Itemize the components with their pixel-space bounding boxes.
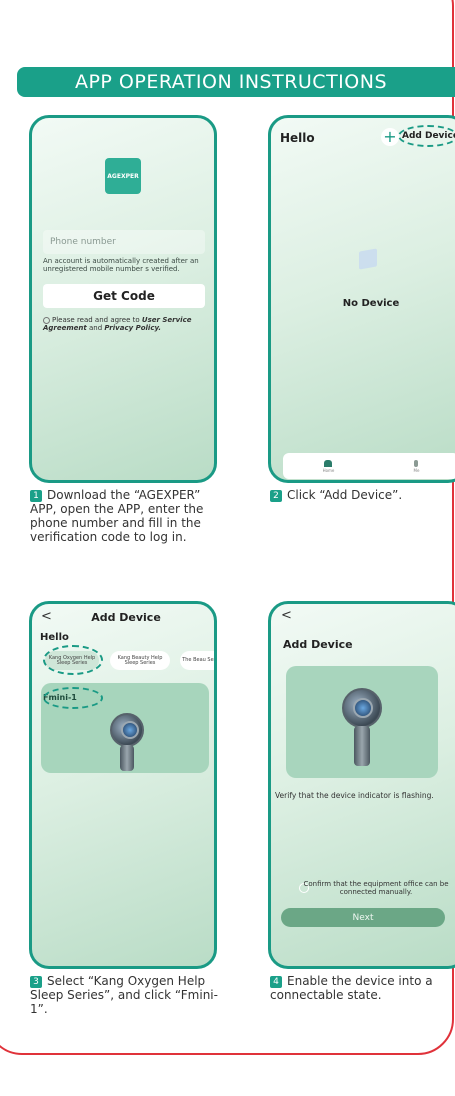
agreement-text: Please read and agree to User Service Ag… [43,316,192,332]
step-3-caption: 3 Select “Kang Oxygen Help Sleep Series”,… [30,974,218,1016]
step-number: 2 [270,490,282,502]
greeting: Hello [40,632,69,643]
phone-screen-login: AGEXPER Phone number An account is autom… [29,115,217,483]
phone-screen-add-device: < Add Device Hello Kang Oxygen Help Slee… [29,601,217,969]
plus-icon[interactable]: + [381,128,399,146]
greeting: Hello [280,131,315,145]
device-image [110,713,144,771]
step-number: 3 [30,976,42,988]
device-image [342,688,382,766]
next-button[interactable]: Next [281,908,445,927]
highlight-ring [43,687,103,709]
no-device-text: No Device [342,298,400,309]
agree-radio-icon[interactable] [43,316,50,324]
screen-title: Add Device [283,638,353,651]
privacy-policy-link[interactable]: Privacy Policy. [104,324,161,332]
banner-title: APP OPERATION INSTRUCTIONS [74,71,388,93]
tab-home[interactable]: Home [323,459,334,473]
section-banner: APP OPERATION INSTRUCTIONS [17,67,455,97]
phone-screen-home: Hello + Add Device No Device Home Me [268,115,455,483]
empty-box-icon [359,248,377,270]
step-number: 4 [270,976,282,988]
category-the-beau[interactable]: The Beau Series [180,651,214,670]
bottom-tab-bar: Home Me [283,453,455,479]
account-note: An account is automatically created afte… [43,257,199,273]
home-icon [324,459,333,467]
phone-screen-verify: < Add Device Verify that the device indi… [268,601,455,969]
step-4-caption: 4 Enable the device into a connectable st… [270,974,433,1002]
tab-me[interactable]: Me [414,459,419,473]
device-card [286,666,438,778]
category-kang-beauty[interactable]: Kang Beauty Help Sleep Series [110,651,170,670]
highlight-ring [43,645,103,675]
step-2-caption: 2 Click “Add Device”. [270,488,455,502]
screen-title: Add Device [91,611,161,624]
step-number: 1 [30,490,42,502]
back-icon[interactable]: < [281,608,292,623]
phone-number-input[interactable]: Phone number [43,230,205,254]
verify-text: Verify that the device indicator is flas… [275,791,434,800]
confirm-text: Confirm that the equipment office can be… [303,880,449,896]
highlight-ring [398,125,455,147]
app-logo: AGEXPER [105,158,141,194]
person-icon [414,459,419,467]
step-1-caption: 1 Download the “AGEXPER” APP, open the AP… [30,488,204,544]
get-code-button[interactable]: Get Code [43,284,205,308]
